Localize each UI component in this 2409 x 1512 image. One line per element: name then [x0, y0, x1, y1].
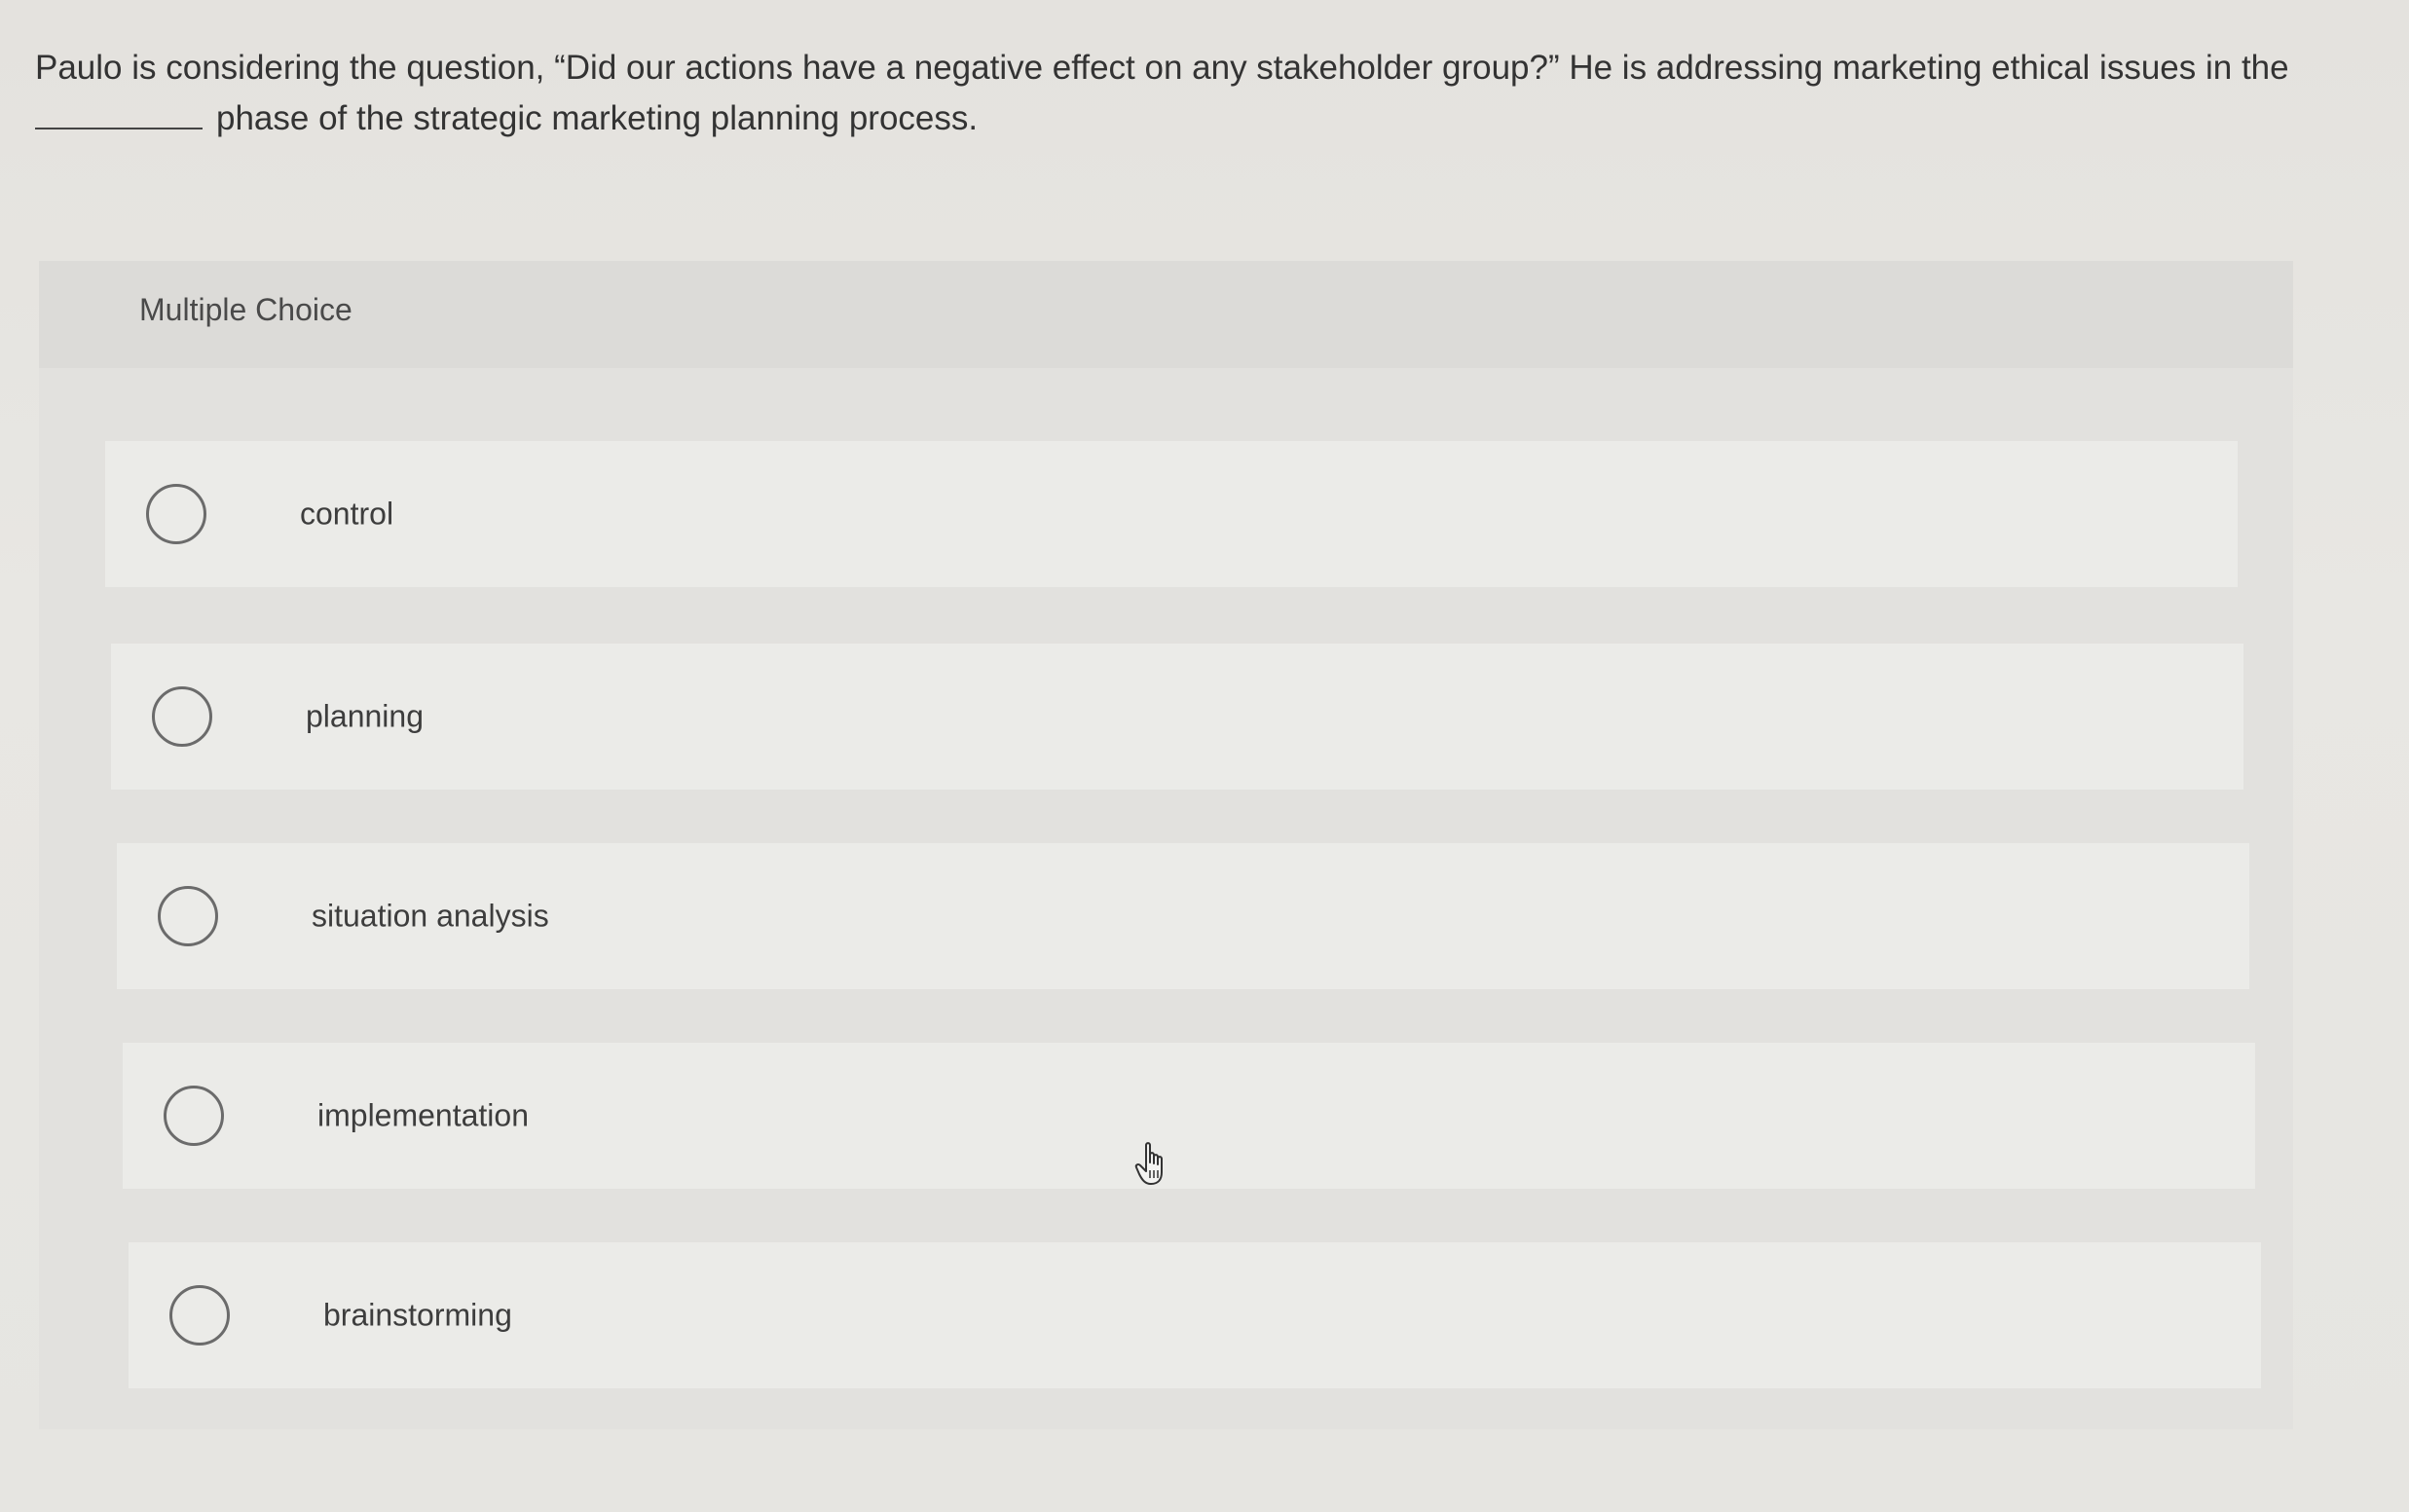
option-label: control — [300, 496, 394, 532]
option-label: situation analysis — [312, 898, 549, 934]
radio-button-icon[interactable] — [146, 484, 206, 544]
question-line-2-text: phase of the strategic marketing plannin… — [216, 99, 979, 137]
question-line-1: Paulo is considering the question, “Did … — [35, 49, 2289, 87]
question-line-2: phase of the strategic marketing plannin… — [35, 93, 2333, 144]
option-implementation[interactable]: implementation — [123, 1043, 2255, 1189]
radio-button-icon[interactable] — [164, 1086, 224, 1146]
multiple-choice-header: Multiple Choice — [39, 261, 2293, 368]
option-brainstorming[interactable]: brainstorming — [129, 1242, 2261, 1388]
option-label: implementation — [317, 1097, 529, 1133]
option-label: planning — [306, 698, 424, 734]
option-label: brainstorming — [323, 1297, 512, 1333]
hand-pointer-icon — [1134, 1142, 1163, 1185]
option-situation-analysis[interactable]: situation analysis — [117, 843, 2249, 989]
answer-blank — [35, 98, 203, 129]
option-control[interactable]: control — [105, 441, 2238, 587]
radio-button-icon[interactable] — [152, 686, 212, 747]
radio-button-icon[interactable] — [158, 886, 218, 946]
radio-button-icon[interactable] — [169, 1285, 230, 1346]
option-planning[interactable]: planning — [111, 644, 2243, 790]
multiple-choice-title: Multiple Choice — [139, 292, 352, 327]
multiple-choice-panel: Multiple Choice control planning situati… — [39, 261, 2293, 1429]
question-text: Paulo is considering the question, “Did … — [35, 43, 2333, 144]
